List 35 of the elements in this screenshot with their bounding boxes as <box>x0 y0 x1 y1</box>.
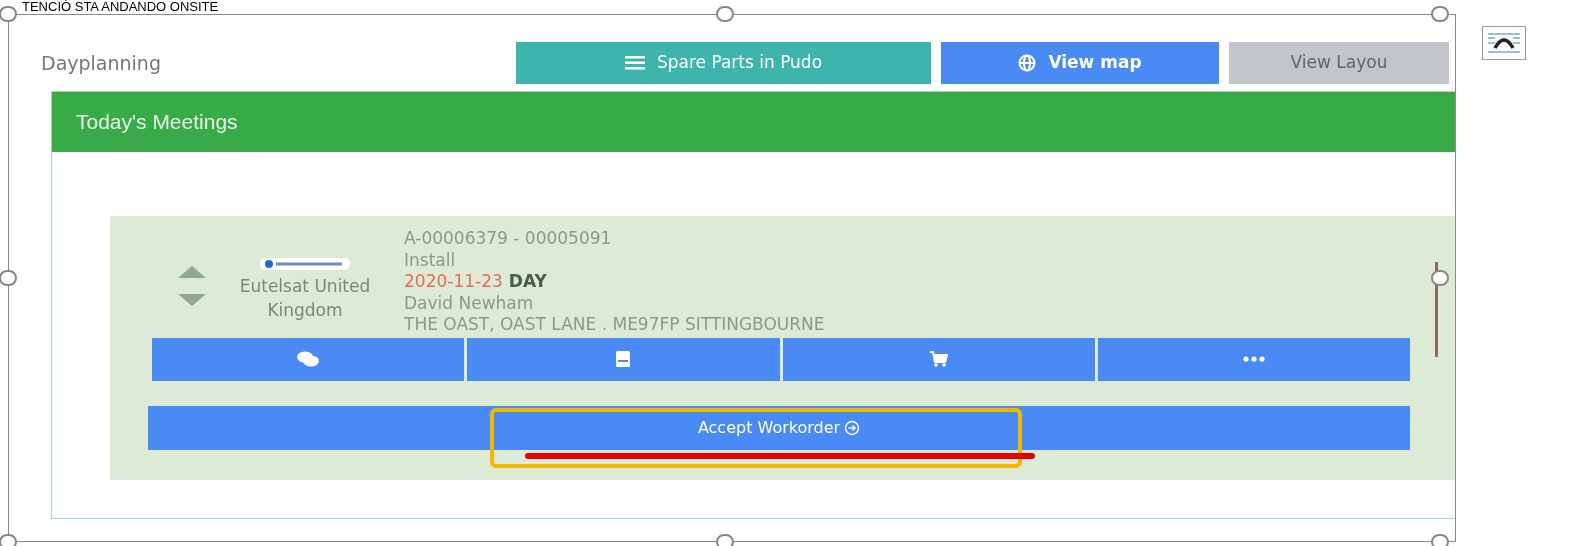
layout-options-icon[interactable] <box>1482 26 1526 60</box>
resize-handle[interactable] <box>1431 534 1449 546</box>
action-button[interactable] <box>782 337 1095 381</box>
shift-label: DAY <box>508 271 547 293</box>
globe-icon <box>1018 54 1037 72</box>
order-date: 2020-11-23 <box>404 271 503 293</box>
resize-handle[interactable] <box>716 534 734 546</box>
move-up-icon[interactable] <box>178 266 206 278</box>
header-title: Today's Meetings <box>76 109 238 136</box>
accept-workorder-button[interactable]: Accept Workorder <box>148 405 1410 450</box>
cart-icon <box>929 351 948 367</box>
resize-handle[interactable] <box>0 534 17 546</box>
action-button[interactable] <box>1097 337 1410 381</box>
resize-handle[interactable] <box>0 6 17 22</box>
order-type: Install <box>404 249 457 271</box>
move-down-icon[interactable] <box>178 294 206 306</box>
note-icon <box>616 351 631 367</box>
arrow-circle-icon <box>844 419 861 436</box>
more-icon <box>1242 356 1265 362</box>
address-text: THE OAST, OAST LANE . ME97FP SITTINGBOURNE <box>404 314 825 336</box>
action-button[interactable] <box>152 337 465 381</box>
company-name: Eutelsat United Kingdom <box>238 275 372 322</box>
contact-name: David Newham <box>404 292 535 314</box>
toolbar-button[interactable]: Spare Parts in Pudo <box>516 42 931 84</box>
heading-text: TENCIÓ STA ANDANDO ONSITE <box>22 0 219 14</box>
chat-icon <box>297 351 320 367</box>
resize-handle[interactable] <box>0 270 17 286</box>
resize-handle[interactable] <box>1431 6 1449 22</box>
order-reference: A-00006379 - 00005091 <box>404 228 613 250</box>
action-button[interactable] <box>467 337 780 381</box>
toolbar-button[interactable]: View map <box>941 42 1219 84</box>
company-logo-icon <box>260 258 350 270</box>
panel-title: Dayplanning <box>41 50 162 76</box>
list-icon <box>624 56 645 70</box>
resize-handle[interactable] <box>716 6 734 22</box>
